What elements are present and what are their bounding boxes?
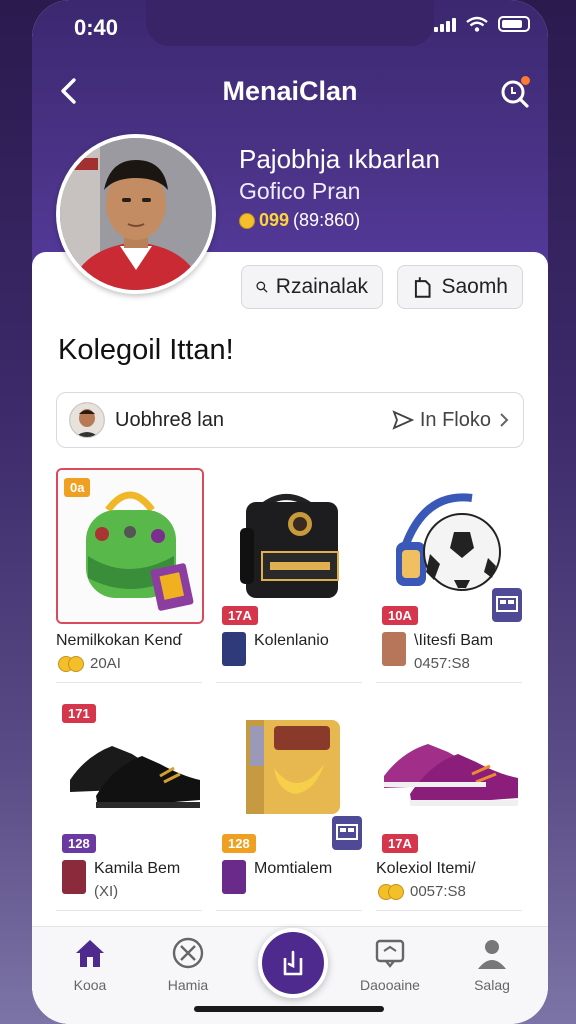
tab-label: Hamia xyxy=(167,977,209,993)
person-icon xyxy=(478,940,506,969)
primary-action-label: Rzainalak xyxy=(275,275,368,298)
item-avatar xyxy=(382,632,406,666)
owner-action-label: In Floko xyxy=(419,408,491,431)
tab-profile[interactable]: Salag xyxy=(442,927,542,1007)
signal-icon xyxy=(434,16,456,32)
collection-item[interactable]: 17A Kolenlanio xyxy=(216,468,364,694)
notification-dot xyxy=(521,76,530,85)
owner-name: Uobhre8 lan xyxy=(115,408,224,431)
status-icons xyxy=(434,16,530,32)
collection-title: Kolegoil Ittan! xyxy=(58,334,234,366)
send-icon xyxy=(392,410,414,430)
item-name: Kolexiol Itemi/ xyxy=(376,860,476,877)
collection-owner-row[interactable]: Uobhre8 lan In Floko xyxy=(56,392,524,448)
item-badge-lower: 128 xyxy=(62,834,96,853)
battery-icon xyxy=(498,16,530,32)
home-indicator xyxy=(194,1006,384,1012)
item-sub: 20AI xyxy=(90,655,121,672)
stats-extra: (89:860) xyxy=(293,210,361,230)
item-name: Kamila Bem xyxy=(94,860,181,877)
message-icon xyxy=(375,939,405,968)
coin-icon xyxy=(68,656,84,672)
divider xyxy=(216,682,362,683)
phone-screen: 0:40 MenaiClan Pajobhja ıkbarlan Gofico … xyxy=(32,0,548,1024)
item-name: Kolenlanio xyxy=(254,632,329,649)
divider xyxy=(376,910,522,911)
tab-label: Kooa xyxy=(73,977,107,993)
item-name: \Iitesfi Bam xyxy=(414,632,494,649)
item-avatar xyxy=(222,632,246,666)
person-photo xyxy=(60,138,212,290)
tab-label: Daooaine xyxy=(360,977,420,993)
collection-item[interactable]: 0a Nemilkokan Kenɗ 20AI xyxy=(56,468,204,694)
profile-subtitle: Gofico Pran xyxy=(239,178,361,204)
divider xyxy=(376,682,522,683)
item-badge: 171 xyxy=(62,704,96,723)
item-name: Nemilkokan Kenɗ xyxy=(56,632,182,649)
owner-avatar xyxy=(69,402,105,438)
tab-home[interactable]: Kooa xyxy=(40,927,140,1007)
item-type-icon xyxy=(332,816,362,850)
secondary-action-label: Saomh xyxy=(441,275,508,298)
bag-icon xyxy=(414,277,431,298)
item-badge-lower: 128 xyxy=(222,834,256,853)
divider xyxy=(216,910,362,911)
item-badge: 10A xyxy=(382,606,418,625)
coin-icon xyxy=(239,212,255,229)
secondary-action-button[interactable]: Saomh xyxy=(397,265,523,309)
item-avatar xyxy=(62,860,86,894)
collection-item[interactable]: 10A \Iitesfi Bam 0457:S8 xyxy=(376,468,524,694)
status-time: 0:40 xyxy=(74,15,119,40)
tab-messages[interactable]: Daooaine xyxy=(340,927,440,1007)
home-icon xyxy=(76,940,104,967)
item-image xyxy=(216,468,364,624)
item-avatar xyxy=(222,860,246,894)
owner-action: In Floko xyxy=(392,409,511,432)
tab-explore[interactable]: Hamia xyxy=(138,927,238,1007)
camera-notch xyxy=(146,0,434,46)
center-action-button[interactable] xyxy=(258,928,328,998)
item-badge: 0a xyxy=(64,478,91,497)
compass-icon xyxy=(172,937,204,969)
profile-stats: 099 (89:860) xyxy=(239,210,360,231)
item-badge: 17A xyxy=(222,606,258,625)
wifi-icon xyxy=(466,16,488,32)
tab-label: Salag xyxy=(474,977,510,993)
item-sub: (XI) xyxy=(94,883,119,900)
item-type-icon xyxy=(492,588,522,622)
chevron-right-icon xyxy=(500,413,509,427)
collection-item[interactable]: 17A Kolexiol Itemi/ 0057:S8 xyxy=(376,696,524,922)
collection-item[interactable]: 171 128 Kamila Bem (XI) xyxy=(56,696,204,922)
divider xyxy=(56,910,202,911)
search-icon xyxy=(256,281,268,293)
item-sub: 0057:S8 xyxy=(410,883,466,900)
bag-icon xyxy=(283,950,303,976)
primary-action-button[interactable]: Rzainalak xyxy=(241,265,383,309)
divider xyxy=(56,682,202,683)
page-title: MenaiClan xyxy=(222,76,358,106)
item-name: Momtialem xyxy=(254,860,333,877)
search-button[interactable] xyxy=(498,74,532,110)
collection-item[interactable]: 128 Momtialem xyxy=(216,696,364,922)
item-image xyxy=(376,696,524,852)
profile-avatar[interactable] xyxy=(56,134,216,294)
coin-value: 099 xyxy=(259,210,290,230)
item-badge-lower: 17A xyxy=(382,834,418,853)
profile-name: Pajobhja ıkbarlan xyxy=(239,144,440,174)
item-sub: 0457:S8 xyxy=(414,655,470,672)
coin-icon xyxy=(388,884,404,900)
